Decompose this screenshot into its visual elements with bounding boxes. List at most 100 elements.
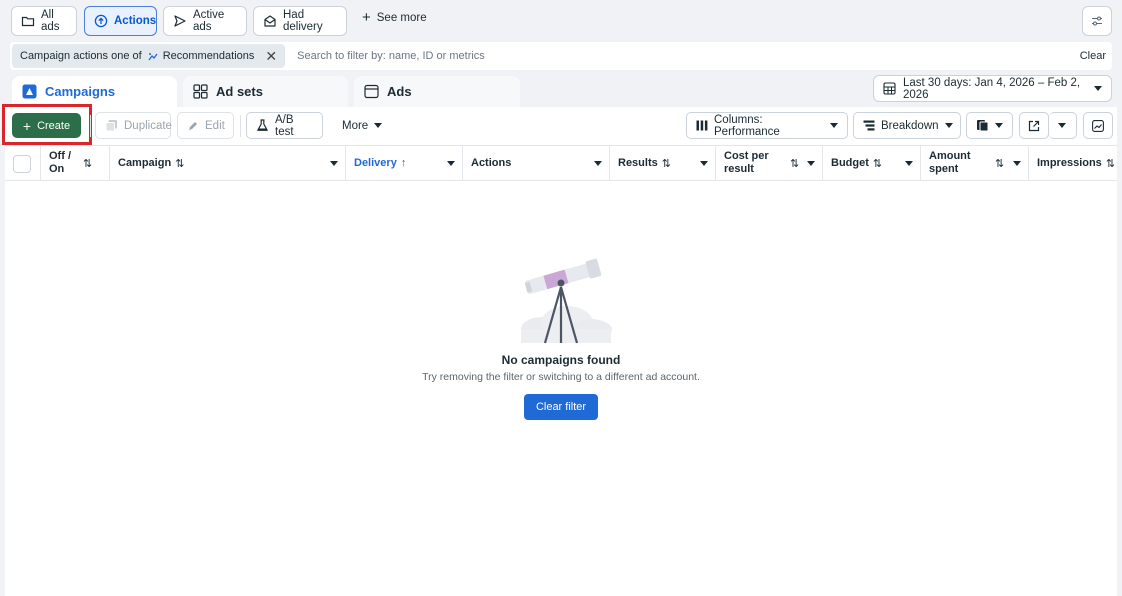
campaigns-panel: + Create Duplicate Edit A/B test More Co… bbox=[2, 104, 1117, 596]
column-impressions-label: Impressions bbox=[1037, 156, 1102, 169]
filter-pill[interactable]: Campaign actions one of Recommendations … bbox=[12, 44, 286, 68]
tab-ad-sets[interactable]: Ad sets bbox=[183, 76, 348, 107]
chevron-down-icon bbox=[374, 123, 383, 128]
column-amount-spent-label: Amount spent bbox=[929, 150, 971, 175]
chevron-down-icon[interactable] bbox=[905, 161, 913, 166]
duplicate-button[interactable]: Duplicate bbox=[95, 112, 172, 139]
chevron-down-icon[interactable] bbox=[807, 161, 815, 166]
chip-all-ads-label: All ads bbox=[41, 9, 60, 33]
reports-dropdown[interactable] bbox=[966, 112, 1013, 139]
see-more-label: See more bbox=[376, 12, 427, 24]
edit-label: Edit bbox=[205, 119, 225, 132]
tab-ad-sets-label: Ad sets bbox=[216, 84, 263, 99]
telescope-illustration bbox=[505, 257, 617, 349]
chevron-down-icon bbox=[1094, 86, 1102, 91]
create-button[interactable]: + Create bbox=[12, 113, 81, 138]
sort-icon[interactable]: ⇅ bbox=[873, 157, 882, 170]
envelope-icon bbox=[263, 14, 277, 28]
clear-filter-button[interactable]: Clear filter bbox=[523, 394, 599, 420]
chevron-down-icon bbox=[830, 123, 838, 128]
column-campaign[interactable]: Campaign ⇅ bbox=[109, 146, 345, 180]
chart-icon bbox=[1092, 119, 1104, 132]
date-range-picker[interactable]: Last 30 days: Jan 4, 2026 – Feb 2, 2026 bbox=[873, 75, 1112, 102]
column-off-on-label: Off / On bbox=[49, 150, 71, 175]
column-results[interactable]: Results ⇅ bbox=[609, 146, 715, 180]
chip-active-ads-label: Active ads bbox=[193, 9, 225, 33]
chevron-down-icon[interactable] bbox=[594, 161, 602, 166]
export-button[interactable] bbox=[1019, 112, 1049, 139]
chevron-down-icon[interactable] bbox=[1013, 161, 1021, 166]
filter-search-input[interactable]: Search to filter by: name, ID or metrics bbox=[297, 50, 1080, 62]
folder-icon bbox=[21, 14, 35, 28]
columns-dropdown[interactable]: Columns: Performance bbox=[686, 112, 848, 139]
chip-had-delivery[interactable]: Had delivery bbox=[253, 6, 347, 36]
export-menu-button[interactable] bbox=[1049, 112, 1077, 139]
pencil-icon bbox=[187, 120, 199, 132]
toolbar-divider bbox=[240, 115, 241, 137]
tab-campaigns-label: Campaigns bbox=[45, 84, 116, 99]
toolbar-divider bbox=[90, 115, 91, 137]
empty-state: No campaigns found Try removing the filt… bbox=[5, 257, 1117, 420]
more-button[interactable]: More bbox=[333, 112, 389, 139]
chevron-down-icon[interactable] bbox=[330, 161, 338, 166]
sort-icon[interactable]: ⇅ bbox=[662, 157, 671, 170]
tab-ads-label: Ads bbox=[387, 84, 412, 99]
column-actions-label: Actions bbox=[471, 156, 512, 169]
chevron-down-icon bbox=[1058, 123, 1066, 128]
ab-test-label: A/B test bbox=[275, 113, 294, 138]
clear-filters-link[interactable]: Clear bbox=[1080, 50, 1106, 62]
see-more-button[interactable]: + See more bbox=[362, 9, 427, 26]
column-results-label: Results bbox=[618, 156, 658, 169]
duplicate-label: Duplicate bbox=[124, 119, 172, 132]
sort-ascending-icon[interactable]: ↑ bbox=[401, 157, 407, 169]
chevron-down-icon bbox=[944, 123, 953, 128]
columns-label: Columns: Performance bbox=[714, 113, 780, 138]
filter-settings-button[interactable] bbox=[1082, 6, 1112, 36]
chip-all-ads[interactable]: All ads bbox=[11, 6, 77, 36]
export-icon bbox=[1028, 120, 1040, 132]
sort-icon[interactable]: ⇅ bbox=[175, 157, 184, 170]
column-budget-label: Budget bbox=[831, 156, 869, 169]
empty-state-title: No campaigns found bbox=[501, 353, 621, 367]
create-button-label: Create bbox=[37, 119, 71, 132]
chip-had-delivery-label: Had delivery bbox=[283, 9, 323, 33]
column-off-on[interactable]: Off / On ⇅ bbox=[40, 146, 106, 180]
calendar-table-icon bbox=[883, 82, 896, 95]
campaigns-icon bbox=[22, 84, 37, 99]
column-actions[interactable]: Actions bbox=[462, 146, 609, 180]
sort-icon[interactable]: ⇅ bbox=[995, 157, 1004, 170]
breakdown-dropdown[interactable]: Breakdown bbox=[853, 112, 961, 139]
column-cost-per-result-label: Cost per result bbox=[724, 150, 769, 175]
ad-sets-icon bbox=[193, 84, 208, 99]
select-all-checkbox[interactable] bbox=[13, 155, 31, 173]
chevron-down-icon[interactable] bbox=[447, 161, 455, 166]
column-impressions[interactable]: Impressions ⇅ bbox=[1028, 146, 1117, 180]
chip-actions[interactable]: Actions bbox=[84, 6, 157, 36]
plus-icon: + bbox=[362, 9, 371, 26]
tab-ads[interactable]: Ads bbox=[354, 76, 520, 107]
chevron-down-icon[interactable] bbox=[700, 161, 708, 166]
edit-button[interactable]: Edit bbox=[177, 112, 234, 139]
ab-test-button[interactable]: A/B test bbox=[246, 112, 323, 139]
column-budget[interactable]: Budget ⇅ bbox=[822, 146, 920, 180]
close-icon[interactable]: ✕ bbox=[265, 48, 277, 65]
sort-icon[interactable]: ⇅ bbox=[83, 157, 92, 170]
tab-campaigns[interactable]: Campaigns bbox=[12, 76, 177, 107]
chevron-down-icon bbox=[995, 123, 1003, 128]
columns-icon bbox=[696, 120, 708, 131]
date-range-label: Last 30 days: Jan 4, 2026 – Feb 2, 2026 bbox=[903, 76, 1081, 101]
column-delivery-label: Delivery bbox=[354, 156, 397, 169]
breakdown-icon bbox=[863, 120, 875, 131]
arrow-up-circle-icon bbox=[94, 14, 108, 28]
filter-pill-prefix: Campaign actions one of bbox=[20, 50, 142, 62]
column-cost-per-result[interactable]: Cost per result ⇅ bbox=[715, 146, 822, 180]
column-amount-spent[interactable]: Amount spent ⇅ bbox=[920, 146, 1028, 180]
sort-icon[interactable]: ⇅ bbox=[790, 157, 799, 170]
chip-active-ads[interactable]: Active ads bbox=[163, 6, 247, 36]
charts-button[interactable] bbox=[1083, 112, 1113, 139]
column-delivery[interactable]: Delivery ↑ bbox=[345, 146, 462, 180]
flask-icon bbox=[256, 119, 269, 132]
sort-icon[interactable]: ⇅ bbox=[1106, 157, 1115, 170]
filter-bar: Campaign actions one of Recommendations … bbox=[10, 42, 1112, 70]
plus-icon: + bbox=[22, 117, 32, 134]
